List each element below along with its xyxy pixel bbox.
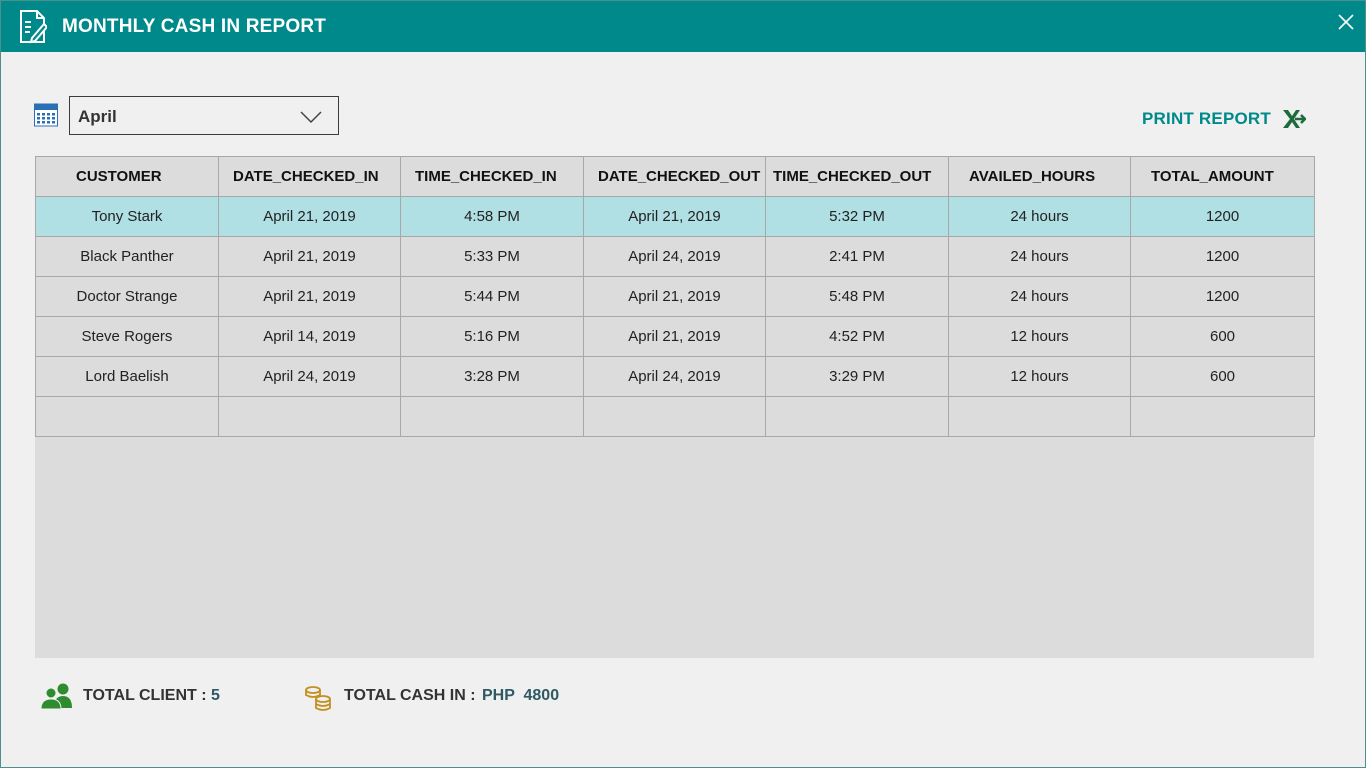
cell-time-checked-out[interactable]: 5:48 PM: [765, 276, 949, 317]
cell-customer[interactable]: Tony Stark: [35, 196, 219, 237]
cell-time-checked-in[interactable]: 4:58 PM: [400, 196, 584, 237]
cell-time-checked-in[interactable]: 5:16 PM: [400, 316, 584, 357]
close-icon[interactable]: [1337, 13, 1355, 31]
table-row[interactable]: Black Panther April 21, 2019 5:33 PM Apr…: [35, 236, 1315, 277]
column-header-date-checked-in[interactable]: DATE_CHECKED_IN: [218, 156, 401, 197]
total-cash-value: PHP 4800: [482, 687, 560, 704]
total-cash-label: TOTAL CASH IN :: [344, 687, 476, 704]
cell-total-amount[interactable]: 600: [1130, 356, 1315, 397]
cell-total-amount[interactable]: 600: [1130, 316, 1315, 357]
column-header-time-checked-out[interactable]: TIME_CHECKED_OUT: [765, 156, 949, 197]
cell-time-checked-in[interactable]: 3:28 PM: [400, 356, 584, 397]
month-dropdown[interactable]: April: [69, 96, 339, 135]
cell-availed-hours[interactable]: [948, 396, 1131, 437]
cell-date-checked-out[interactable]: April 21, 2019: [583, 276, 766, 317]
cell-date-checked-in[interactable]: April 21, 2019: [218, 196, 401, 237]
column-header-date-checked-out[interactable]: DATE_CHECKED_OUT: [583, 156, 766, 197]
cell-availed-hours[interactable]: 24 hours: [948, 276, 1131, 317]
cell-time-checked-out[interactable]: 2:41 PM: [765, 236, 949, 277]
cell-availed-hours[interactable]: 24 hours: [948, 236, 1131, 277]
cell-total-amount[interactable]: 1200: [1130, 236, 1315, 277]
cell-availed-hours[interactable]: 24 hours: [948, 196, 1131, 237]
cell-time-checked-out[interactable]: [765, 396, 949, 437]
table-row[interactable]: Lord Baelish April 24, 2019 3:28 PM Apri…: [35, 356, 1315, 397]
cell-date-checked-out[interactable]: April 24, 2019: [583, 236, 766, 277]
cell-availed-hours[interactable]: 12 hours: [948, 316, 1131, 357]
cell-total-amount[interactable]: 1200: [1130, 276, 1315, 317]
cell-time-checked-out[interactable]: 3:29 PM: [765, 356, 949, 397]
cell-date-checked-in[interactable]: April 24, 2019: [218, 356, 401, 397]
report-grid: CUSTOMER DATE_CHECKED_IN TIME_CHECKED_IN…: [35, 156, 1315, 658]
cell-date-checked-in[interactable]: April 14, 2019: [218, 316, 401, 357]
print-report-button[interactable]: PRINT REPORT: [1142, 109, 1271, 129]
cell-customer[interactable]: [35, 396, 219, 437]
table-row[interactable]: Tony Stark April 21, 2019 4:58 PM April …: [35, 196, 1315, 237]
users-icon: [40, 683, 72, 710]
cell-date-checked-in[interactable]: [218, 396, 401, 437]
calendar-icon: [34, 103, 58, 127]
cell-customer[interactable]: Black Panther: [35, 236, 219, 277]
total-client-value: 5: [211, 687, 220, 704]
chevron-down-icon: [300, 111, 322, 124]
table-row-empty[interactable]: [35, 396, 1315, 437]
cell-time-checked-in[interactable]: 5:44 PM: [400, 276, 584, 317]
cell-customer[interactable]: Lord Baelish: [35, 356, 219, 397]
cell-time-checked-in[interactable]: 5:33 PM: [400, 236, 584, 277]
cell-time-checked-out[interactable]: 5:32 PM: [765, 196, 949, 237]
cell-date-checked-out[interactable]: April 21, 2019: [583, 196, 766, 237]
excel-export-icon[interactable]: [1282, 108, 1306, 130]
cell-total-amount[interactable]: [1130, 396, 1315, 437]
column-header-customer[interactable]: CUSTOMER: [35, 156, 219, 197]
cell-time-checked-out[interactable]: 4:52 PM: [765, 316, 949, 357]
cell-date-checked-out[interactable]: April 24, 2019: [583, 356, 766, 397]
month-selected-value: April: [78, 107, 117, 126]
table-header-row: CUSTOMER DATE_CHECKED_IN TIME_CHECKED_IN…: [35, 156, 1315, 197]
cell-customer[interactable]: Doctor Strange: [35, 276, 219, 317]
title-bar: MONTHLY CASH IN REPORT: [1, 1, 1365, 52]
column-header-total-amount[interactable]: TOTAL_AMOUNT: [1130, 156, 1315, 197]
cell-date-checked-in[interactable]: April 21, 2019: [218, 276, 401, 317]
column-header-time-checked-in[interactable]: TIME_CHECKED_IN: [400, 156, 584, 197]
column-header-availed-hours[interactable]: AVAILED_HOURS: [948, 156, 1131, 197]
cell-customer[interactable]: Steve Rogers: [35, 316, 219, 357]
table-row[interactable]: Steve Rogers April 14, 2019 5:16 PM Apri…: [35, 316, 1315, 357]
window-title: MONTHLY CASH IN REPORT: [62, 16, 327, 37]
cell-date-checked-out[interactable]: April 21, 2019: [583, 316, 766, 357]
cell-time-checked-in[interactable]: [400, 396, 584, 437]
coins-icon: [305, 686, 331, 711]
cell-date-checked-out[interactable]: [583, 396, 766, 437]
report-table: CUSTOMER DATE_CHECKED_IN TIME_CHECKED_IN…: [35, 156, 1315, 437]
table-row[interactable]: Doctor Strange April 21, 2019 5:44 PM Ap…: [35, 276, 1315, 317]
cell-total-amount[interactable]: 1200: [1130, 196, 1315, 237]
cell-availed-hours[interactable]: 12 hours: [948, 356, 1131, 397]
total-client-label: TOTAL CLIENT :: [83, 687, 207, 704]
cell-date-checked-in[interactable]: April 21, 2019: [218, 236, 401, 277]
report-edit-icon: [20, 10, 47, 44]
report-window: MONTHLY CASH IN REPORT April PRINT REPOR…: [0, 0, 1366, 768]
